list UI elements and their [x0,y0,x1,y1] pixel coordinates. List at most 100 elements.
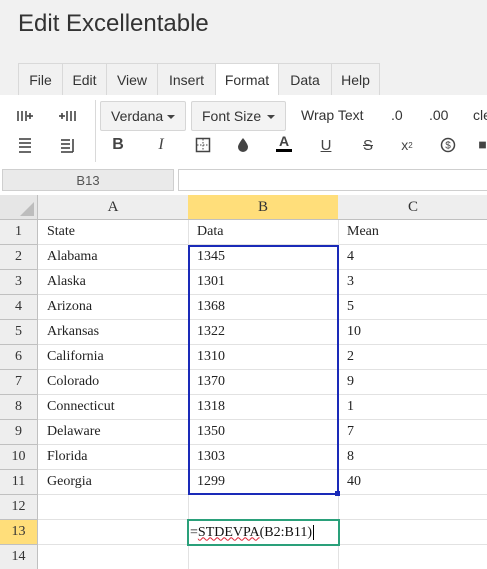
cell-a8[interactable]: Connecticut [38,395,189,420]
row-header-9[interactable]: 9 [0,420,38,445]
row-header-12[interactable]: 12 [0,495,38,520]
column-header-b[interactable]: B [188,195,339,220]
formula-function: STDEVPA [197,524,260,540]
cell-b2[interactable]: 1345 [188,245,339,270]
cell-a5[interactable]: Arkansas [38,320,189,345]
tab-edit[interactable]: Edit [62,63,107,95]
cell-b6[interactable]: 1310 [188,345,339,370]
currency-icon[interactable]: $ [438,135,458,155]
cell-c11[interactable]: 40 [338,470,487,495]
cell-b3[interactable]: 1301 [188,270,339,295]
decimal-increase-button[interactable]: .00 [429,107,448,123]
cell-b10[interactable]: 1303 [188,445,339,470]
chevron-down-icon [267,115,275,119]
underline-icon[interactable]: U [316,135,336,155]
cell-c4[interactable]: 5 [338,295,487,320]
tab-data[interactable]: Data [278,63,332,95]
row-header-14[interactable]: 14 [0,545,38,569]
row-header-11[interactable]: 11 [0,470,38,495]
row-header-7[interactable]: 7 [0,370,38,395]
cell-name-box[interactable]: B13 [2,169,174,191]
cell-c13[interactable] [338,520,487,545]
wrap-text-button[interactable]: Wrap Text [301,107,364,123]
tab-insert[interactable]: Insert [157,63,216,95]
column-header-c[interactable]: C [338,195,487,220]
font-size-value: Font Size [202,108,262,124]
cell-c5[interactable]: 10 [338,320,487,345]
strikethrough-icon[interactable]: S [358,135,378,155]
row-header-1[interactable]: 1 [0,220,38,245]
cell-c12[interactable] [338,495,487,520]
cell-b4[interactable]: 1368 [188,295,339,320]
tab-file[interactable]: File [18,63,63,95]
insert-column-right-icon[interactable] [57,106,77,126]
chevron-down-icon [167,115,175,119]
cell-a3[interactable]: Alaska [38,270,189,295]
tab-help[interactable]: Help [331,63,380,95]
row-header-5[interactable]: 5 [0,320,38,345]
cell-b14[interactable] [188,545,339,569]
font-size-select[interactable]: Font Size [191,101,286,131]
cell-a1[interactable]: State [38,220,189,245]
cell-b11[interactable]: 1299 [188,470,339,495]
cell-c3[interactable]: 3 [338,270,487,295]
cell-a13[interactable] [38,520,189,545]
superscript-icon[interactable]: x2 [397,135,417,155]
cell-c7[interactable]: 9 [338,370,487,395]
cell-a9[interactable]: Delaware [38,420,189,445]
cell-b9[interactable]: 1350 [188,420,339,445]
fill-color-icon[interactable] [233,135,253,155]
cell-a4[interactable]: Arizona [38,295,189,320]
insert-row-below-icon[interactable] [57,136,77,156]
cell-a14[interactable] [38,545,189,569]
tab-format[interactable]: Format [215,63,279,96]
row-header-2[interactable]: 2 [0,245,38,270]
formula-input[interactable] [178,169,487,191]
row-header-10[interactable]: 10 [0,445,38,470]
row-header-4[interactable]: 4 [0,295,38,320]
insert-column-left-icon[interactable] [15,106,35,126]
select-all-corner[interactable] [0,195,38,220]
text-cursor [313,525,315,540]
cell-b12[interactable] [188,495,339,520]
row-header-3[interactable]: 3 [0,270,38,295]
cell-c8[interactable]: 1 [338,395,487,420]
formula-args: (B2:B11) [259,524,313,540]
column-header-a[interactable]: A [38,195,189,220]
cell-a10[interactable]: Florida [38,445,189,470]
cell-a12[interactable] [38,495,189,520]
bold-icon[interactable]: B [108,135,128,155]
cell-b5[interactable]: 1322 [188,320,339,345]
toolbar-separator [95,100,96,162]
cell-a11[interactable]: Georgia [38,470,189,495]
cell-a6[interactable]: California [38,345,189,370]
row-header-13[interactable]: 13 [0,520,38,545]
range-fill-handle[interactable] [335,491,340,496]
row-header-8[interactable]: 8 [0,395,38,420]
svg-text:$: $ [445,141,451,152]
active-cell-editor[interactable]: = STDEVPA (B2:B11) [187,519,340,546]
font-family-select[interactable]: Verdana [100,101,186,131]
cell-b8[interactable]: 1318 [188,395,339,420]
cell-b1[interactable]: Data [188,220,339,245]
cell-b7[interactable]: 1370 [188,370,339,395]
spreadsheet-grid: A B C 1 State Data Mean 2 Alabama 1345 4 3 Alaska… [0,195,487,569]
cell-c2[interactable]: 4 [338,245,487,270]
italic-icon[interactable]: I [151,135,171,155]
cell-c6[interactable]: 2 [338,345,487,370]
cell-c14[interactable] [338,545,487,569]
insert-row-above-icon[interactable] [15,136,35,156]
more-icon[interactable] [478,135,487,155]
row-header-6[interactable]: 6 [0,345,38,370]
cell-a2[interactable]: Alabama [38,245,189,270]
cell-c9[interactable]: 7 [338,420,487,445]
cell-a7[interactable]: Colorado [38,370,189,395]
text-color-icon[interactable]: A [274,133,294,153]
clear-button[interactable]: cle [473,107,487,123]
cell-c10[interactable]: 8 [338,445,487,470]
borders-icon[interactable] [193,135,213,155]
cell-c1[interactable]: Mean [338,220,487,245]
decimal-decrease-button[interactable]: .0 [391,107,403,123]
tab-view[interactable]: View [106,63,158,95]
title-bar: Edit Excellentable [0,0,487,58]
